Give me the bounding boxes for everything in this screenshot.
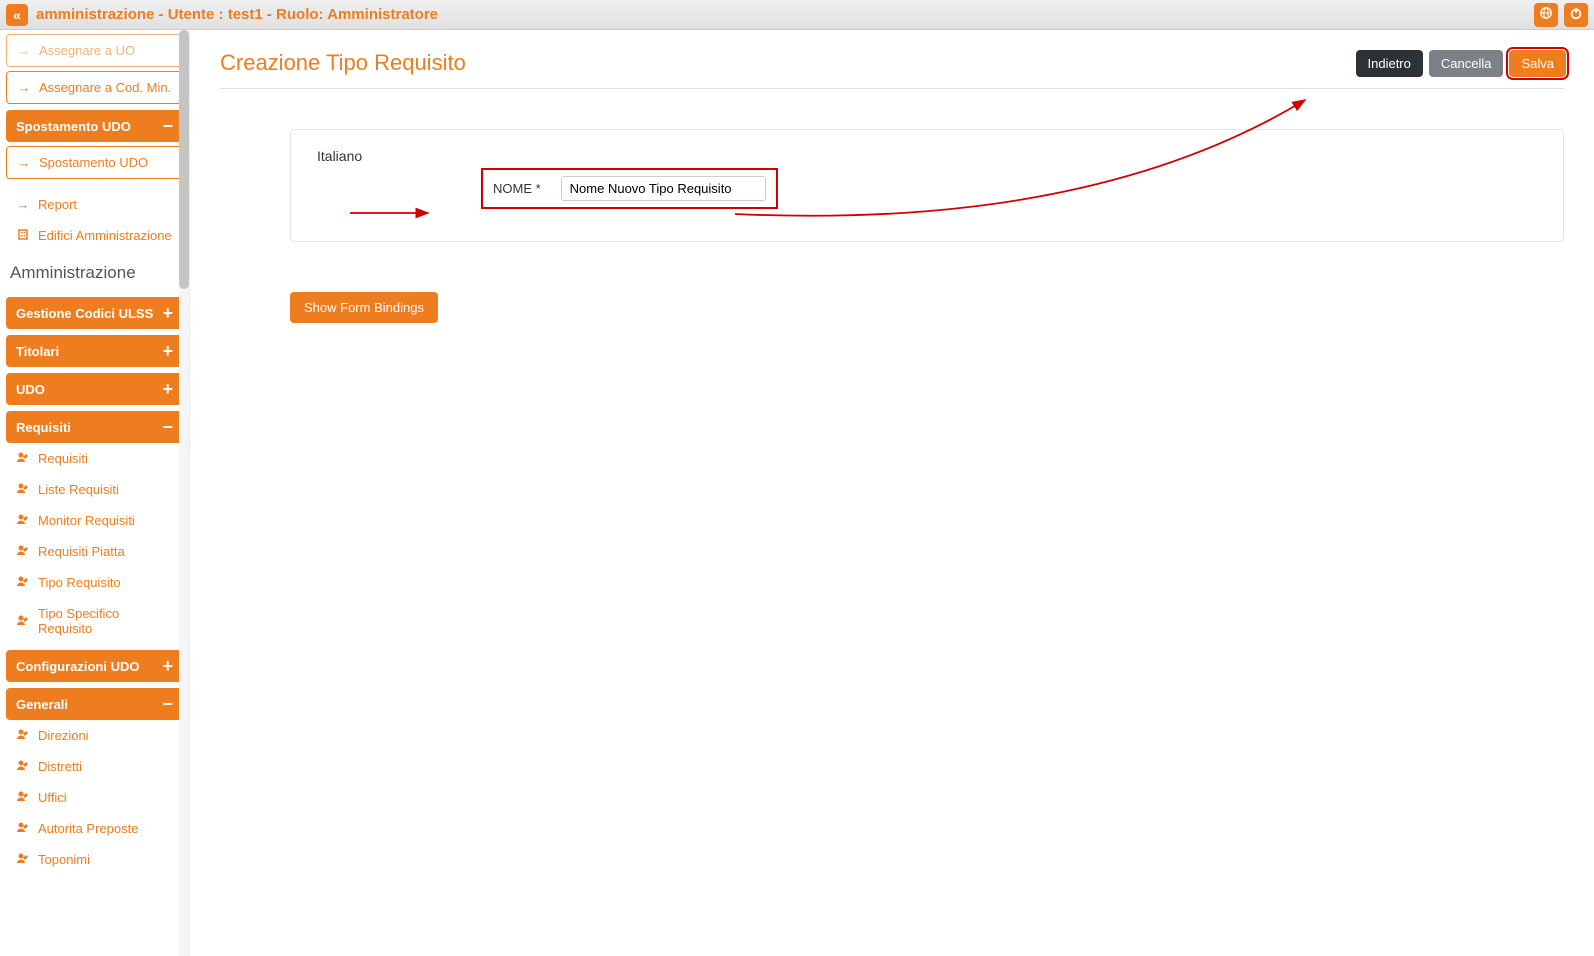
sidebar-item-tipo-specifico-requisito[interactable]: Tipo Specifico Requisito xyxy=(6,598,183,644)
group-label: UDO xyxy=(16,382,45,397)
globe-icon xyxy=(1539,6,1553,23)
sidebar-toggle-button[interactable]: « xyxy=(6,4,28,26)
arrow-right-icon: → xyxy=(17,80,31,95)
group-config-udo[interactable]: Configurazioni UDO + xyxy=(6,650,183,682)
sidebar-item-assegnare-uo[interactable]: → Assegnare a UO xyxy=(6,34,183,67)
sidebar-item-distretti[interactable]: Distretti xyxy=(6,751,183,782)
sidebar-item-label: Direzioni xyxy=(38,728,89,743)
sidebar-item-label: Assegnare a Cod. Min. xyxy=(39,80,171,95)
app-title: amministrazione - Utente : test1 - Ruolo… xyxy=(36,6,438,23)
plus-icon: + xyxy=(162,657,173,675)
power-icon xyxy=(1569,6,1583,23)
sidebar-item-label: Requisiti Piatta xyxy=(38,544,125,559)
sidebar-item-label: Distretti xyxy=(38,759,82,774)
group-gestione-codici[interactable]: Gestione Codici ULSS + xyxy=(6,297,183,329)
plus-icon: + xyxy=(162,342,173,360)
show-bindings-button[interactable]: Show Form Bindings xyxy=(290,292,438,323)
sidebar-item-tipo-requisito[interactable]: Tipo Requisito xyxy=(6,567,183,598)
cancel-button[interactable]: Cancella xyxy=(1429,50,1504,77)
user-edit-icon xyxy=(16,790,30,805)
sidebar-item-monitor-requisiti[interactable]: Monitor Requisiti xyxy=(6,505,183,536)
arrow-right-icon: → xyxy=(16,197,30,212)
nome-input[interactable] xyxy=(561,176,766,201)
group-label: Gestione Codici ULSS xyxy=(16,306,153,321)
group-spostamento-udo[interactable]: Spostamento UDO − xyxy=(6,110,183,142)
minus-icon: − xyxy=(162,117,173,135)
header-bar: « amministrazione - Utente : test1 - Ruo… xyxy=(0,0,1594,30)
group-generali[interactable]: Generali − xyxy=(6,688,183,720)
sidebar: → Assegnare a UO → Assegnare a Cod. Min.… xyxy=(0,30,190,956)
plus-icon: + xyxy=(162,304,173,322)
user-edit-icon xyxy=(16,544,30,559)
sidebar-item-label: Tipo Specifico Requisito xyxy=(38,606,173,636)
scrollbar-thumb[interactable] xyxy=(179,30,189,289)
save-button[interactable]: Salva xyxy=(1509,50,1566,77)
divider xyxy=(220,88,1564,89)
nome-label: NOME * xyxy=(493,181,541,196)
sidebar-item-liste-requisiti[interactable]: Liste Requisiti xyxy=(6,474,183,505)
sidebar-item-assegnare-cod-min[interactable]: → Assegnare a Cod. Min. xyxy=(6,71,183,104)
main-content: Indietro Cancella Salva Creazione Tipo R… xyxy=(190,30,1594,956)
user-edit-icon xyxy=(16,852,30,867)
sidebar-item-direzioni[interactable]: Direzioni xyxy=(6,720,183,751)
group-label: Generali xyxy=(16,697,68,712)
sidebar-item-label: Report xyxy=(38,197,77,212)
group-titolari[interactable]: Titolari + xyxy=(6,335,183,367)
sidebar-item-edifici[interactable]: Edifici Amministrazione xyxy=(6,220,183,251)
plus-icon: + xyxy=(162,380,173,398)
sidebar-item-label: Autorita Preposte xyxy=(38,821,138,836)
sidebar-item-label: Tipo Requisito xyxy=(38,575,121,590)
group-label: Titolari xyxy=(16,344,59,359)
sidebar-item-report[interactable]: → Report xyxy=(6,189,183,220)
header-left: « amministrazione - Utente : test1 - Ruo… xyxy=(6,4,438,26)
back-button[interactable]: Indietro xyxy=(1356,50,1423,77)
header-right xyxy=(1534,3,1588,27)
arrow-right-icon: → xyxy=(17,155,31,170)
admin-section-label: Amministrazione xyxy=(6,251,183,291)
sidebar-item-label: Assegnare a UO xyxy=(39,43,135,58)
building-icon xyxy=(16,228,30,243)
sidebar-item-requisiti-piatta[interactable]: Requisiti Piatta xyxy=(6,536,183,567)
group-requisiti[interactable]: Requisiti − xyxy=(6,411,183,443)
user-edit-icon xyxy=(16,451,30,466)
minus-icon: − xyxy=(162,418,173,436)
globe-button[interactable] xyxy=(1534,3,1558,27)
page-actions: Indietro Cancella Salva xyxy=(1356,50,1567,77)
arrow-right-icon: → xyxy=(17,43,31,58)
sidebar-scrollbar[interactable] xyxy=(179,30,189,956)
group-label: Requisiti xyxy=(16,420,71,435)
sidebar-item-uffici[interactable]: Uffici xyxy=(6,782,183,813)
sidebar-item-label: Toponimi xyxy=(38,852,90,867)
user-edit-icon xyxy=(16,513,30,528)
group-label: Configurazioni UDO xyxy=(16,659,140,674)
sidebar-item-label: Spostamento UDO xyxy=(39,155,148,170)
sidebar-item-label: Liste Requisiti xyxy=(38,482,119,497)
user-edit-icon xyxy=(16,759,30,774)
user-edit-icon xyxy=(16,821,30,836)
user-edit-icon xyxy=(16,575,30,590)
sidebar-item-requisiti[interactable]: Requisiti xyxy=(6,443,183,474)
sidebar-item-autorita-preposte[interactable]: Autorita Preposte xyxy=(6,813,183,844)
sidebar-item-toponimi[interactable]: Toponimi xyxy=(6,844,183,875)
group-udo[interactable]: UDO + xyxy=(6,373,183,405)
sidebar-item-label: Edifici Amministrazione xyxy=(38,228,172,243)
sidebar-item-spostamento-udo[interactable]: → Spostamento UDO xyxy=(6,146,183,179)
field-highlight: NOME * xyxy=(481,168,778,209)
minus-icon: − xyxy=(162,695,173,713)
sidebar-item-label: Uffici xyxy=(38,790,67,805)
power-button[interactable] xyxy=(1564,3,1588,27)
chevron-left-double-icon: « xyxy=(13,7,21,23)
field-row-nome: NOME * xyxy=(481,168,1543,209)
user-edit-icon xyxy=(16,482,30,497)
group-label: Spostamento UDO xyxy=(16,119,131,134)
sidebar-item-label: Monitor Requisiti xyxy=(38,513,135,528)
user-edit-icon xyxy=(16,614,30,629)
user-edit-icon xyxy=(16,728,30,743)
language-label: Italiano xyxy=(317,148,1543,164)
sidebar-item-label: Requisiti xyxy=(38,451,88,466)
form-panel: Italiano NOME * xyxy=(290,129,1564,242)
